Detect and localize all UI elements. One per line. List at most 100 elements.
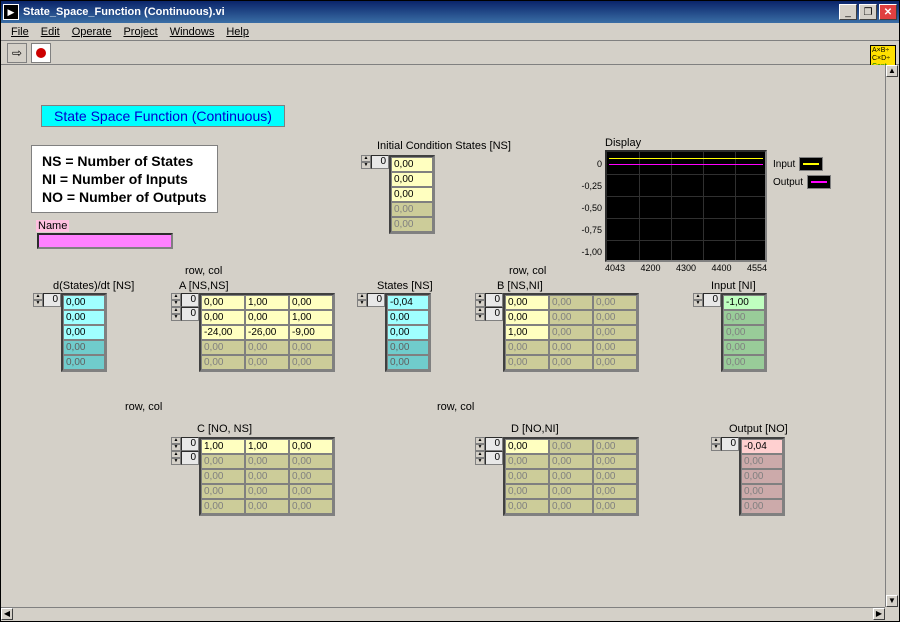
spinner-icon[interactable]: ▲▼ (475, 437, 485, 451)
display-graph[interactable] (605, 150, 767, 262)
label-input: Input [NI] (711, 280, 756, 292)
scroll-right-icon[interactable]: ▶ (873, 608, 885, 620)
matrix-cell[interactable]: 1,00 (245, 439, 289, 454)
maximize-button[interactable]: ❐ (859, 4, 877, 20)
spinner-icon[interactable]: ▲▼ (693, 293, 703, 307)
scroll-up-icon[interactable]: ▲ (886, 65, 898, 77)
spinner-icon[interactable]: ▲▼ (475, 307, 485, 321)
graph-x-axis: 4043 4200 4300 4400 4554 (605, 263, 767, 273)
spinner-icon[interactable]: ▲▼ (711, 437, 721, 451)
matrix-cell[interactable]: 0,00 (245, 310, 289, 325)
matrix-cell: 0,00 (593, 499, 637, 514)
label-dstates: d(States)/dt [NS] (53, 280, 134, 292)
matrix-cell[interactable]: -26,00 (245, 325, 289, 340)
index-input[interactable]: 0 (485, 293, 503, 307)
array-cell[interactable]: -1,00 (723, 295, 765, 310)
matrix-d[interactable]: ▲▼0▲▼00,000,000,000,000,000,000,000,000,… (475, 437, 639, 516)
label-b: B [NS,NI] (497, 280, 543, 292)
array-cell[interactable]: -0,04 (741, 439, 783, 454)
array-cell[interactable]: -0,04 (387, 295, 429, 310)
array-dstates[interactable]: ▲▼00,000,000,000,000,00 (33, 293, 107, 372)
matrix-cell: 0,00 (201, 499, 245, 514)
matrix-cell: 0,00 (549, 454, 593, 469)
label-rowcol-a: row, col (185, 265, 222, 277)
array-cell-disabled: 0,00 (387, 355, 429, 370)
menu-help[interactable]: Help (220, 25, 255, 39)
index-input[interactable]: 0 (485, 437, 503, 451)
matrix-cell: 0,00 (549, 310, 593, 325)
graph-legend[interactable]: Input Output (773, 155, 831, 191)
matrix-cell[interactable]: 1,00 (201, 439, 245, 454)
matrix-cell[interactable]: 1,00 (289, 310, 333, 325)
array-cell[interactable]: 0,00 (391, 157, 433, 172)
matrix-c[interactable]: ▲▼0▲▼01,001,000,000,000,000,000,000,000,… (171, 437, 335, 516)
scroll-down-icon[interactable]: ▼ (886, 595, 898, 607)
spinner-icon[interactable]: ▲▼ (33, 293, 43, 307)
matrix-cell: 0,00 (549, 439, 593, 454)
scrollbar-vertical[interactable]: ▲ ▼ (885, 65, 899, 607)
matrix-cell: 0,00 (289, 484, 333, 499)
menu-windows[interactable]: Windows (164, 25, 221, 39)
array-output[interactable]: ▲▼0-0,040,000,000,000,00 (711, 437, 785, 516)
matrix-cell[interactable]: -9,00 (289, 325, 333, 340)
matrix-cell[interactable]: 0,00 (289, 295, 333, 310)
minimize-button[interactable]: _ (839, 4, 857, 20)
spinner-icon[interactable]: ▲▼ (361, 155, 371, 169)
index-input[interactable]: 0 (371, 155, 389, 169)
matrix-cell[interactable]: 1,00 (245, 295, 289, 310)
vi-icon: ▶ (3, 4, 19, 20)
menu-operate[interactable]: Operate (66, 25, 118, 39)
array-cell[interactable]: 0,00 (63, 295, 105, 310)
menu-edit[interactable]: Edit (35, 25, 66, 39)
close-button[interactable]: ✕ (879, 4, 897, 20)
matrix-b[interactable]: ▲▼0▲▼00,000,000,000,000,000,001,000,000,… (475, 293, 639, 372)
stop-button[interactable] (31, 43, 51, 63)
index-input[interactable]: 0 (485, 451, 503, 465)
matrix-cell[interactable]: 0,00 (201, 310, 245, 325)
matrix-cell[interactable]: 0,00 (505, 310, 549, 325)
spinner-icon[interactable]: ▲▼ (475, 451, 485, 465)
index-input[interactable]: 0 (485, 307, 503, 321)
index-input[interactable]: 0 (721, 437, 739, 451)
index-input[interactable]: 0 (43, 293, 61, 307)
spinner-icon[interactable]: ▲▼ (171, 293, 181, 307)
spinner-icon[interactable]: ▲▼ (171, 437, 181, 451)
matrix-cell[interactable]: 0,00 (201, 295, 245, 310)
index-input[interactable]: 0 (181, 293, 199, 307)
array-cell[interactable]: 0,00 (63, 325, 105, 340)
menu-project[interactable]: Project (117, 25, 163, 39)
array-init-cond[interactable]: ▲▼00,000,000,000,000,00 (361, 155, 435, 234)
index-input[interactable]: 0 (703, 293, 721, 307)
array-states[interactable]: ▲▼0-0,040,000,000,000,00 (357, 293, 431, 372)
array-cell[interactable]: 0,00 (387, 325, 429, 340)
matrix-cell[interactable]: 0,00 (505, 295, 549, 310)
index-input[interactable]: 0 (181, 307, 199, 321)
scroll-left-icon[interactable]: ◀ (1, 608, 13, 620)
label-init-cond: Initial Condition States [NS] (377, 140, 511, 152)
array-cell[interactable]: 0,00 (63, 310, 105, 325)
spinner-icon[interactable]: ▲▼ (171, 451, 181, 465)
spinner-icon[interactable]: ▲▼ (171, 307, 181, 321)
index-input[interactable]: 0 (367, 293, 385, 307)
matrix-cell[interactable]: 1,00 (505, 325, 549, 340)
label-rowcol-b: row, col (509, 265, 546, 277)
array-cell[interactable]: 0,00 (391, 187, 433, 202)
menu-file[interactable]: File (5, 25, 35, 39)
index-input[interactable]: 0 (181, 437, 199, 451)
spinner-icon[interactable]: ▲▼ (357, 293, 367, 307)
legend-input[interactable]: Input (773, 155, 831, 173)
scrollbar-horizontal[interactable]: ◀ ▶ (1, 607, 885, 621)
array-cell[interactable]: 0,00 (387, 310, 429, 325)
legend-output[interactable]: Output (773, 173, 831, 191)
array-cell[interactable]: 0,00 (391, 172, 433, 187)
matrix-cell[interactable]: -24,00 (201, 325, 245, 340)
index-input[interactable]: 0 (181, 451, 199, 465)
matrix-cell[interactable]: 0,00 (289, 439, 333, 454)
array-input[interactable]: ▲▼0-1,000,000,000,000,00 (693, 293, 767, 372)
spinner-icon[interactable]: ▲▼ (475, 293, 485, 307)
matrix-a[interactable]: ▲▼0▲▼00,001,000,000,000,001,00-24,00-26,… (171, 293, 335, 372)
name-input[interactable] (37, 233, 173, 249)
run-button[interactable]: ⇨ (7, 43, 27, 63)
matrix-cell: 0,00 (549, 325, 593, 340)
matrix-cell[interactable]: 0,00 (505, 439, 549, 454)
